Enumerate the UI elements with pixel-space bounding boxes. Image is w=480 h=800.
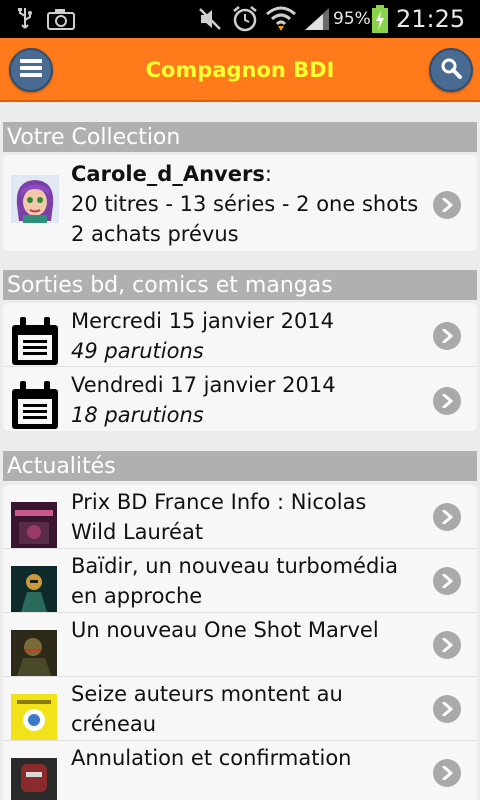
news-title-line1: Baïdir, un nouveau turbomédia (71, 554, 398, 578)
chevron-right-icon (433, 387, 461, 415)
calendar-icon (9, 379, 61, 431)
news-title-line2: en approche (71, 584, 203, 608)
news-text: Prix BD France Info : Nicolas Wild Lauré… (71, 487, 427, 547)
status-bar: 95% 21:25 (0, 0, 480, 38)
news-title-line1: Un nouveau One Shot Marvel (71, 618, 379, 642)
news-title-line1: Prix BD France Info : Nicolas (71, 490, 367, 514)
collection-card: Carole_d_Anvers: 20 titres - 13 séries -… (3, 155, 477, 251)
chevron-right-icon (433, 322, 461, 350)
sortie-row[interactable]: Mercredi 15 janvier 2014 49 parutions (3, 303, 477, 367)
collection-username: Carole_d_Anvers (71, 162, 265, 186)
sortie-date: Vendredi 17 janvier 2014 (71, 373, 336, 397)
menu-icon (20, 58, 42, 82)
news-title-line2: Wild Lauréat (71, 520, 204, 544)
app-title: Compagnon BDI (145, 58, 335, 82)
section-header-actualites: Actualités (3, 451, 477, 481)
chevron-right-icon (433, 631, 461, 659)
user-avatar (11, 175, 59, 223)
signal-icon (302, 0, 332, 38)
sortie-date: Mercredi 15 janvier 2014 (71, 309, 335, 333)
news-row[interactable]: Baïdir, un nouveau turbomédia en approch… (3, 549, 477, 613)
sortie-count: 18 parutions (71, 403, 204, 427)
chevron-right-icon (433, 191, 461, 219)
section-header-collection: Votre Collection (3, 122, 477, 152)
search-button[interactable] (429, 48, 473, 92)
sortie-row[interactable]: Vendredi 17 janvier 2014 18 parutions (3, 367, 477, 431)
calendar-icon (9, 315, 61, 367)
news-thumbnail (11, 566, 57, 612)
collection-row[interactable]: Carole_d_Anvers: 20 titres - 13 séries -… (3, 155, 477, 251)
news-title-line1: Annulation et confirmation (71, 746, 352, 770)
sortie-text: Vendredi 17 janvier 2014 18 parutions (71, 370, 427, 430)
collection-summary: Carole_d_Anvers: 20 titres - 13 séries -… (71, 159, 427, 249)
mute-icon (196, 0, 224, 38)
news-row[interactable]: Annulation et confirmation (3, 741, 477, 800)
news-row[interactable]: Un nouveau One Shot Marvel (3, 613, 477, 677)
collection-purchases: 2 achats prévus (71, 222, 239, 246)
clock: 21:25 (396, 5, 466, 33)
menu-button[interactable] (9, 48, 53, 92)
news-thumbnail (11, 758, 57, 800)
news-thumbnail (11, 694, 57, 740)
sortie-count: 49 parutions (71, 339, 204, 363)
news-row[interactable]: Prix BD France Info : Nicolas Wild Lauré… (3, 485, 477, 549)
chevron-right-icon (433, 695, 461, 723)
battery-icon (370, 0, 390, 38)
news-title-line1: Seize auteurs montent au (71, 682, 343, 706)
alarm-icon (230, 0, 260, 38)
news-title-line2: créneau (71, 712, 157, 736)
sorties-card: Mercredi 15 janvier 2014 49 parutions Ve… (3, 303, 477, 431)
chevron-right-icon (433, 503, 461, 531)
collection-stats: 20 titres - 13 séries - 2 one shots (71, 192, 419, 216)
battery-percent: 95% (333, 9, 371, 29)
news-row[interactable]: Seize auteurs montent au créneau (3, 677, 477, 741)
news-thumbnail (11, 630, 57, 676)
wifi-icon (264, 0, 298, 38)
chevron-right-icon (433, 567, 461, 595)
section-header-sorties: Sorties bd, comics et mangas (3, 270, 477, 300)
news-text: Baïdir, un nouveau turbomédia en approch… (71, 551, 427, 611)
usb-icon (14, 0, 36, 38)
news-text: Seize auteurs montent au créneau (71, 679, 427, 739)
search-icon (440, 57, 462, 84)
news-text: Un nouveau One Shot Marvel (71, 615, 427, 645)
collection-colon: : (264, 162, 272, 186)
actualites-card: Prix BD France Info : Nicolas Wild Lauré… (3, 485, 477, 800)
sortie-text: Mercredi 15 janvier 2014 49 parutions (71, 306, 427, 366)
news-thumbnail (11, 502, 57, 548)
news-text: Annulation et confirmation (71, 743, 427, 773)
chevron-right-icon (433, 759, 461, 787)
app-bar: Compagnon BDI (0, 38, 480, 102)
screenshot-icon (46, 0, 76, 38)
